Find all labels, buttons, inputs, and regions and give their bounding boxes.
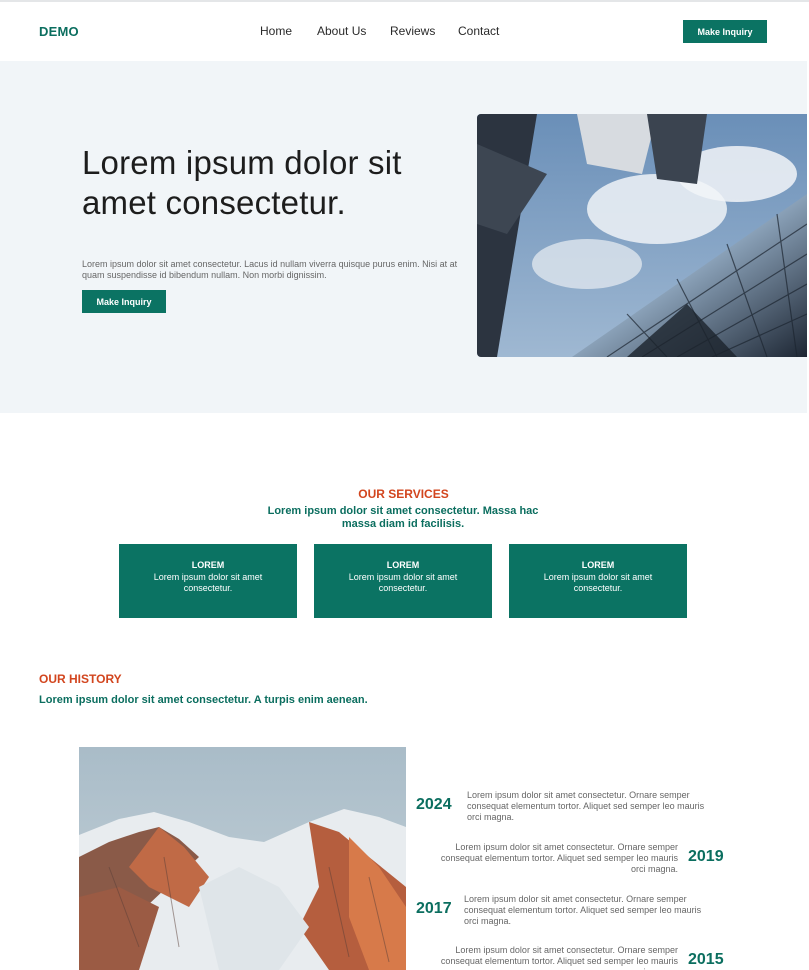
hero-text: Lorem ipsum dolor sit amet consectetur. … [82,259,458,280]
logo[interactable]: DEMO [39,24,79,39]
service-card-text: Lorem ipsum dolor sit amet consectetur. [153,572,263,593]
service-card-title: LOREM [581,560,615,570]
header-make-inquiry-button[interactable]: Make Inquiry [683,20,767,43]
nav-about-us[interactable]: About Us [317,24,366,38]
history-subtitle: Lorem ipsum dolor sit amet consectetur. … [39,694,368,706]
site-header: DEMO Home About Us Reviews Contact Make … [0,2,809,61]
service-card-title: LOREM [386,560,420,570]
services-title: OUR SERVICES [358,487,449,501]
services-subtitle: Lorem ipsum dolor sit amet consectetur. … [267,505,539,530]
service-card[interactable]: LOREM Lorem ipsum dolor sit amet consect… [314,544,492,618]
timeline-text: Lorem ipsum dolor sit amet consectetur. … [464,894,702,926]
timeline-year: 2024 [416,796,452,813]
hero-title: Lorem ipsum dolor sit amet consectetur. [82,144,402,221]
timeline-year: 2017 [416,900,452,917]
nav-home[interactable]: Home [260,24,292,38]
timeline-text: Lorem ipsum dolor sit amet consectetur. … [440,842,678,874]
nav-contact[interactable]: Contact [458,24,499,38]
timeline-year: 2019 [688,848,724,865]
timeline-text: Lorem ipsum dolor sit amet consectetur. … [467,790,705,822]
service-card[interactable]: LOREM Lorem ipsum dolor sit amet consect… [509,544,687,618]
service-card[interactable]: LOREM Lorem ipsum dolor sit amet consect… [119,544,297,618]
timeline-year: 2015 [688,951,724,968]
nav-reviews[interactable]: Reviews [390,24,435,38]
mountain-image [79,747,406,970]
skyscraper-image [477,114,807,357]
hero-section: Lorem ipsum dolor sit amet consectetur. … [0,61,807,413]
service-card-text: Lorem ipsum dolor sit amet consectetur. [543,572,653,593]
hero-make-inquiry-button[interactable]: Make Inquiry [82,290,166,313]
service-card-title: LOREM [191,560,225,570]
history-title: OUR HISTORY [39,672,122,686]
timeline-text: Lorem ipsum dolor sit amet consectetur. … [440,945,678,970]
service-card-text: Lorem ipsum dolor sit amet consectetur. [348,572,458,593]
